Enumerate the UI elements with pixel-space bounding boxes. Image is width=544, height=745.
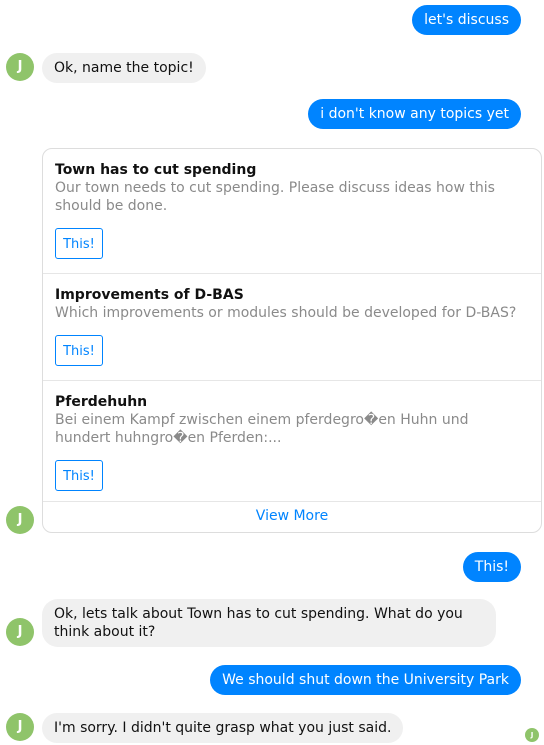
user-message: We should shut down the University Park [210,665,521,695]
bot-message: Ok, lets talk about Town has to cut spen… [42,599,496,647]
select-topic-button[interactable]: This! [55,228,103,259]
bot-avatar: J [6,618,34,646]
select-topic-button[interactable]: This! [55,460,103,491]
topic-description: Which improvements or modules should be … [55,305,517,321]
user-message: This! [462,552,521,582]
view-more-link[interactable]: View More [43,500,541,532]
topic-card: Town has to cut spending Our town needs … [42,148,542,533]
topic-description: Bei einem Kampf zwischen einem pferdegro… [55,412,469,446]
chat-thread: let's discuss J Ok, name the topic! i do… [0,0,544,745]
user-message: i don't know any topics yet [308,99,521,129]
topic-item: Improvements of D-BAS Which improvements… [43,274,541,381]
bot-avatar: J [6,53,34,81]
topic-description: Our town needs to cut spending. Please d… [55,180,495,214]
bot-avatar: J [6,713,34,741]
read-receipt-avatar: J [525,728,539,742]
user-message: let's discuss [412,5,521,35]
bot-message: I'm sorry. I didn't quite grasp what you… [42,713,404,743]
topic-item: Pferdehuhn Bei einem Kampf zwischen eine… [43,381,541,502]
select-topic-button[interactable]: This! [55,335,103,366]
topic-title: Improvements of D-BAS [55,287,244,303]
topic-item: Town has to cut spending Our town needs … [43,149,541,274]
topic-title: Pferdehuhn [55,394,148,410]
bot-avatar: J [6,506,34,534]
topic-title: Town has to cut spending [55,162,257,178]
bot-message: Ok, name the topic! [42,53,206,83]
